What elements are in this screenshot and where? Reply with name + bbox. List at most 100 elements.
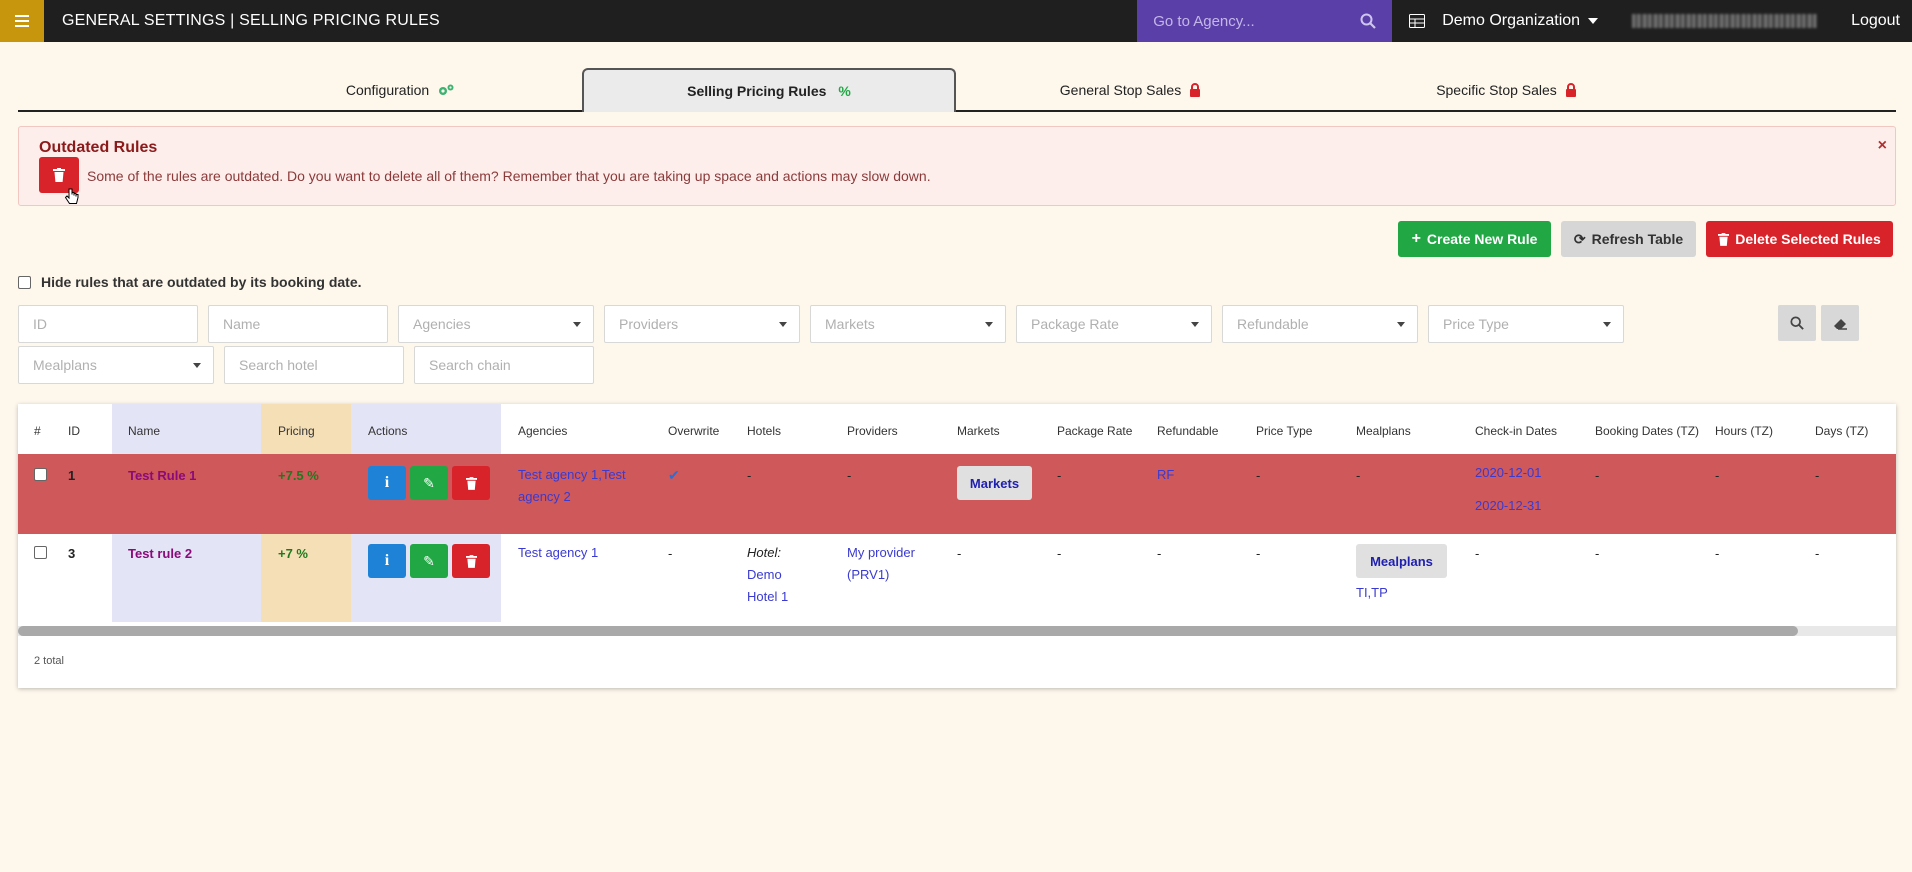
- col-header: Mealplans: [1356, 424, 1411, 438]
- rule-pricing: +7 %: [278, 546, 308, 561]
- rule-providers: -: [847, 468, 852, 483]
- delete-button[interactable]: [452, 544, 490, 578]
- tab-selling-pricing-rules[interactable]: Selling Pricing Rules %: [582, 68, 956, 112]
- page-title: GENERAL SETTINGS | SELLING PRICING RULES: [62, 12, 440, 29]
- rule-providers[interactable]: My provider (PRV1): [847, 542, 937, 586]
- rule-price-type: -: [1256, 546, 1261, 561]
- col-header: Hours (TZ): [1715, 424, 1773, 438]
- tab-label: Configuration: [345, 82, 430, 98]
- eraser-icon: [1833, 318, 1847, 330]
- trash-icon: [465, 476, 477, 490]
- providers-filter-select[interactable]: Providers: [604, 305, 800, 343]
- delete-selected-rules-button[interactable]: Delete Selected Rules: [1706, 221, 1893, 257]
- scrollbar-thumb[interactable]: [18, 626, 1798, 636]
- agency-search-input[interactable]: [1153, 12, 1361, 30]
- mealplans-values: TI,TP: [1356, 585, 1388, 600]
- check-icon: ✔: [668, 467, 680, 483]
- rule-overwrite: -: [668, 546, 673, 561]
- apps-grid-icon[interactable]: [1392, 14, 1442, 28]
- top-bar: GENERAL SETTINGS | SELLING PRICING RULES…: [0, 0, 1912, 42]
- delete-button[interactable]: [452, 466, 490, 500]
- col-header: Markets: [957, 424, 1000, 438]
- search-button[interactable]: [1778, 305, 1816, 341]
- col-header: Check-in Dates: [1475, 424, 1558, 438]
- tab-label: General Stop Sales: [1059, 82, 1182, 98]
- create-new-rule-button[interactable]: + Create New Rule: [1398, 221, 1551, 257]
- logout-link[interactable]: Logout: [1851, 12, 1900, 30]
- organization-name: Demo Organization: [1442, 12, 1581, 29]
- price-type-filter-select[interactable]: Price Type: [1428, 305, 1624, 343]
- rule-name: Test rule 2: [128, 546, 193, 561]
- menu-toggle-button[interactable]: [0, 0, 44, 42]
- settings-tabs: Configuration Selling Pricing Rules % Ge…: [18, 68, 1896, 112]
- alert-message: Some of the rules are outdated. Do you w…: [87, 168, 931, 184]
- lock-icon: [1565, 83, 1577, 97]
- checkin-from-date: 2020-12-01: [1475, 465, 1542, 480]
- chevron-down-icon: [1603, 322, 1611, 327]
- rules-table: # ID Name Pricing Actions Agencies Overw…: [18, 404, 1896, 688]
- refresh-table-button[interactable]: ⟳ Refresh Table: [1561, 221, 1696, 257]
- user-name-blurred: [1632, 14, 1818, 28]
- row-select-checkbox[interactable]: [34, 468, 47, 481]
- rule-id: 3: [68, 546, 76, 561]
- percent-icon: %: [838, 83, 851, 99]
- checkin-to-date: 2020-12-31: [1475, 498, 1542, 513]
- markets-button[interactable]: Markets: [957, 466, 1032, 500]
- col-header: ID: [68, 424, 80, 438]
- rule-booking-dates: -: [1595, 546, 1600, 561]
- agency-search-box[interactable]: [1137, 0, 1393, 42]
- col-header: Days (TZ): [1815, 424, 1869, 438]
- edit-icon: ✎: [423, 474, 435, 491]
- edit-button[interactable]: ✎: [410, 466, 448, 500]
- agencies-filter-select[interactable]: Agencies: [398, 305, 594, 343]
- col-header: Actions: [368, 424, 408, 438]
- info-button[interactable]: i: [368, 544, 406, 578]
- rule-days: -: [1815, 546, 1820, 561]
- rule-booking-dates: -: [1595, 468, 1600, 483]
- markets-filter-select[interactable]: Markets: [810, 305, 1006, 343]
- hand-cursor-icon: [65, 188, 79, 204]
- organization-dropdown[interactable]: Demo Organization: [1442, 12, 1599, 30]
- id-filter-input[interactable]: ID: [18, 305, 198, 343]
- edit-button[interactable]: ✎: [410, 544, 448, 578]
- table-total-count: 2 total: [34, 655, 64, 667]
- mealplans-button[interactable]: Mealplans: [1356, 544, 1447, 578]
- tab-configuration[interactable]: Configuration: [228, 68, 573, 112]
- chevron-down-icon: [1191, 322, 1199, 327]
- rule-name: Test Rule 1: [128, 468, 197, 483]
- col-header: #: [34, 424, 41, 438]
- rule-agencies[interactable]: Test agency 1: [518, 542, 648, 564]
- search-chain-input[interactable]: Search chain: [414, 346, 594, 384]
- rule-checkin-dates: -: [1475, 546, 1480, 561]
- tab-general-stop-sales[interactable]: General Stop Sales: [958, 68, 1303, 112]
- hotel-value[interactable]: Demo Hotel 1: [747, 567, 788, 604]
- search-icon[interactable]: [1360, 13, 1376, 29]
- rule-id: 1: [68, 468, 76, 483]
- col-header: Agencies: [518, 424, 568, 438]
- tab-label: Selling Pricing Rules: [687, 83, 827, 99]
- chevron-down-icon: [779, 322, 787, 327]
- clear-filters-button[interactable]: [1821, 305, 1859, 341]
- hide-outdated-checkbox[interactable]: [18, 275, 31, 289]
- mealplans-filter-select[interactable]: Mealplans: [18, 346, 214, 384]
- tab-specific-stop-sales[interactable]: Specific Stop Sales: [1334, 68, 1679, 112]
- name-filter-input[interactable]: Name: [208, 305, 388, 343]
- info-button[interactable]: i: [368, 466, 406, 500]
- search-hotel-input[interactable]: Search hotel: [224, 346, 404, 384]
- hide-outdated-toggle[interactable]: Hide rules that are outdated by its book…: [18, 274, 362, 290]
- rule-agencies[interactable]: Test agency 1,Test agency 2: [518, 464, 648, 508]
- rule-hours: -: [1715, 468, 1720, 483]
- row-select-checkbox[interactable]: [34, 546, 47, 559]
- rule-markets: -: [957, 546, 962, 561]
- chevron-down-icon: [985, 322, 993, 327]
- close-icon[interactable]: ×: [1878, 137, 1887, 155]
- package-rate-filter-select[interactable]: Package Rate: [1016, 305, 1212, 343]
- col-header: Booking Dates (TZ): [1595, 424, 1700, 438]
- col-header: Refundable: [1157, 424, 1219, 438]
- refundable-filter-select[interactable]: Refundable: [1222, 305, 1418, 343]
- refresh-icon: ⟳: [1573, 230, 1586, 247]
- col-header: Package Rate: [1057, 424, 1133, 438]
- horizontal-scrollbar[interactable]: [18, 626, 1896, 636]
- hide-outdated-label: Hide rules that are outdated by its book…: [41, 274, 362, 290]
- col-header: Name: [128, 424, 161, 438]
